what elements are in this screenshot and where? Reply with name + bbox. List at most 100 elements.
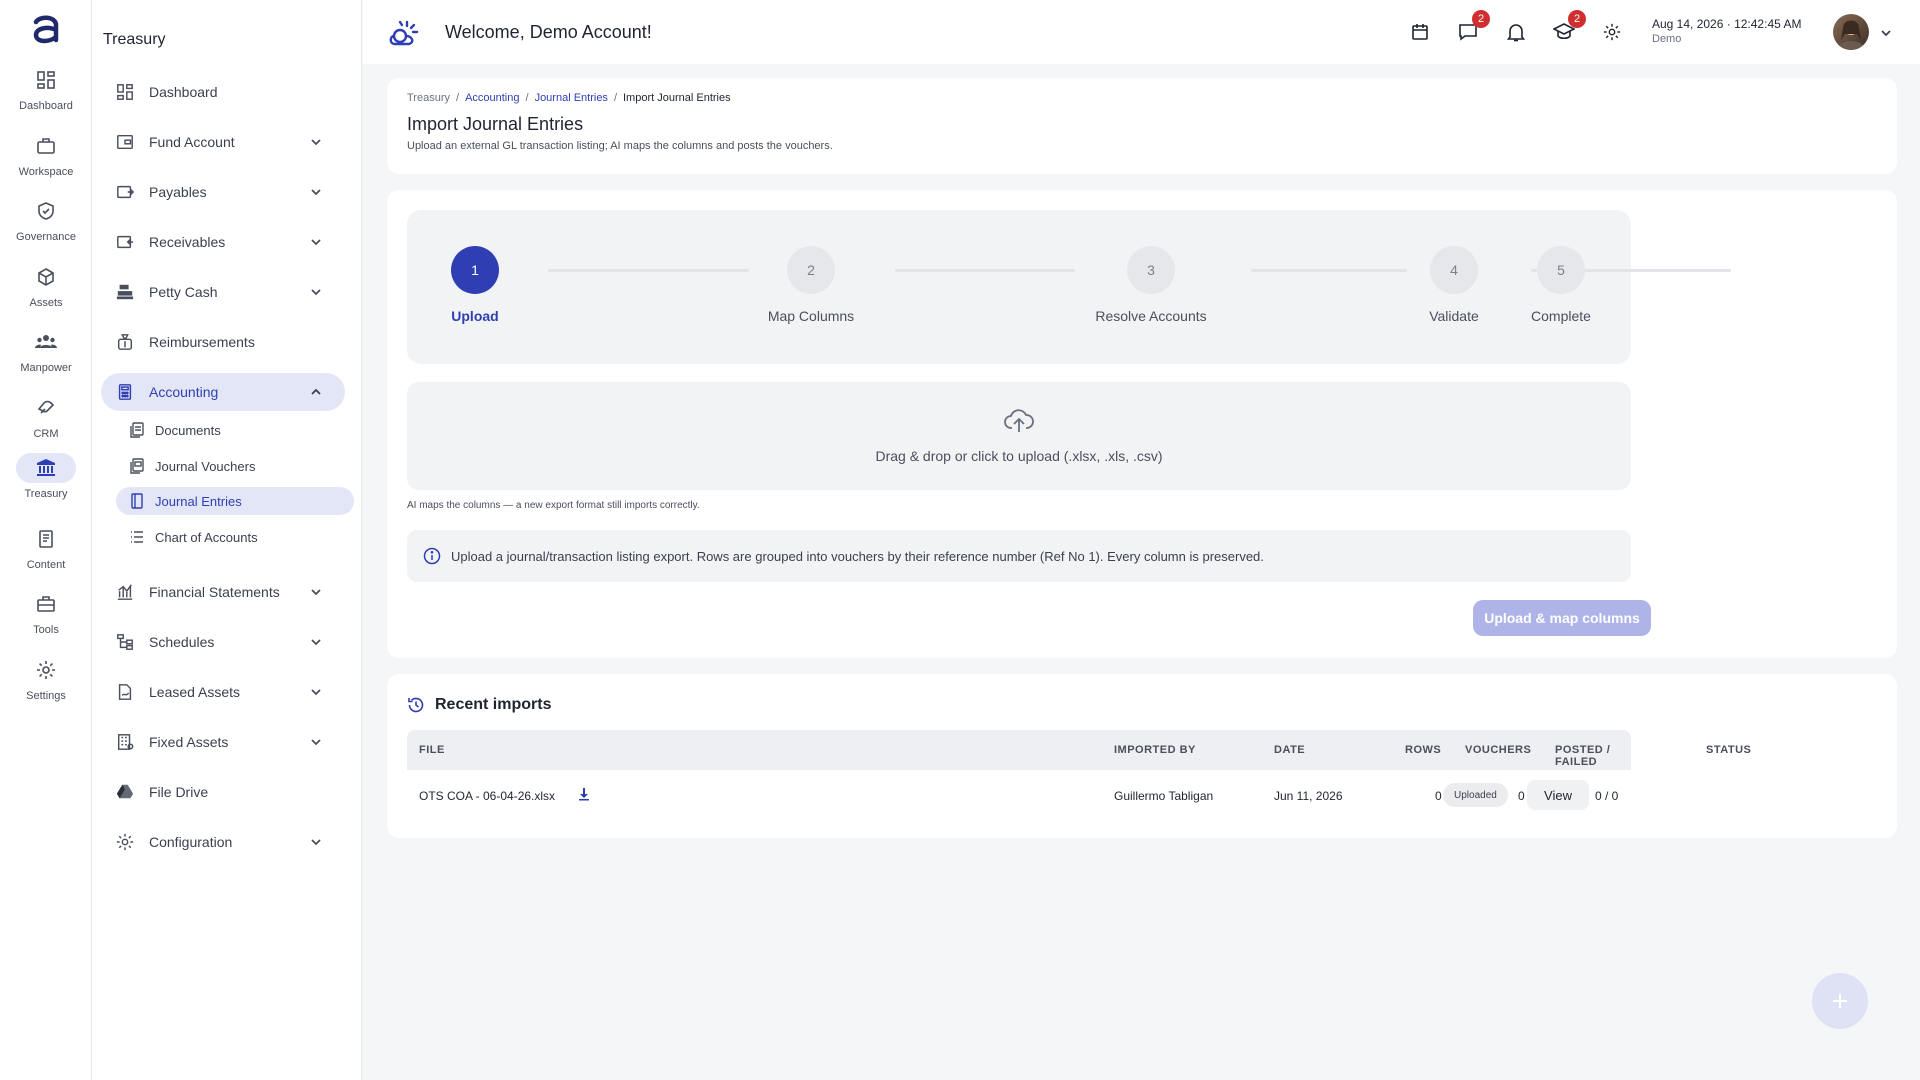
sidebar-subitem-chart-of-accounts[interactable]: Chart of Accounts [116,523,354,551]
step-label: Complete [1531,308,1591,324]
view-button[interactable]: View [1527,780,1589,810]
payment-in-icon [115,232,135,252]
messages-badge: 2 [1472,10,1490,28]
calculator-icon [115,382,135,402]
sidebar-subitem-label: Journal Vouchers [155,458,256,474]
page-subtitle: Upload an external GL transaction listin… [407,140,833,152]
rail-item-governance[interactable]: Governance [0,196,92,256]
messages-icon[interactable]: 2 [1456,10,1490,44]
step-connector [548,269,749,272]
column-header-posted-failed[interactable]: POSTED / FAILED [1555,744,1631,768]
rail-item-assets[interactable]: Assets [0,262,92,322]
rail-item-dashboard[interactable]: Dashboard [0,65,92,125]
sidebar-item-label: Leased Assets [149,684,241,700]
cloud-upload-icon [1004,408,1034,434]
chevron-down-icon[interactable] [309,685,323,699]
dropzone-text: Drag & drop or click to upload (.xlsx, .… [875,448,1163,464]
calendar-icon[interactable] [1408,20,1432,44]
chevron-down-icon[interactable] [309,585,323,599]
sidebar-item-fund-account[interactable]: Fund Account [101,123,345,161]
column-header-vouchers[interactable]: VOUCHERS [1465,744,1531,756]
rail-item-content[interactable]: Content [0,524,92,584]
cube-icon [16,262,76,292]
sidebar-item-reimbursements[interactable]: Reimbursements [101,323,345,361]
app-logo[interactable] [26,10,66,50]
drive-icon [115,782,135,802]
sidebar-item-receivables[interactable]: Receivables [101,223,345,261]
sidebar-item-label: Accounting [149,384,219,400]
breadcrumb: Treasury / Accounting / Journal Entries / I… [407,92,731,104]
sidebar-item-accounting[interactable]: Accounting [101,373,345,411]
chevron-down-icon[interactable] [309,635,323,649]
rail-label: Tools [33,624,59,636]
wallet-icon [115,132,135,152]
sidebar-subitem-documents[interactable]: Documents [116,416,354,444]
rail-item-manpower[interactable]: Manpower [0,327,92,387]
column-header-status[interactable]: STATUS [1706,744,1751,756]
column-header-file[interactable]: FILE [419,744,445,756]
page-header: Treasury / Accounting / Journal Entries / I… [387,78,1897,174]
building-icon [115,732,135,752]
breadcrumb-journal-entries[interactable]: Journal Entries [535,92,608,104]
file-stack-icon [129,422,145,438]
rail-item-tools[interactable]: Tools [0,589,92,649]
column-header-rows[interactable]: ROWS [1405,744,1441,756]
sidebar-item-payables[interactable]: Payables [101,173,345,211]
current-user: Demo [1652,33,1682,45]
sidebar-item-petty-cash[interactable]: Petty Cash [101,273,345,311]
rail-item-settings[interactable]: Settings [0,655,92,715]
bell-icon[interactable] [1504,20,1528,44]
chevron-up-icon[interactable] [309,385,323,399]
sidebar-subitem-journal-entries[interactable]: Journal Entries [116,487,354,515]
sidebar-item-schedules[interactable]: Schedules [101,623,345,661]
shield-check-icon [16,196,76,226]
sidebar-item-fixed-assets[interactable]: Fixed Assets [101,723,345,761]
chevron-down-icon[interactable] [309,835,323,849]
table-row: OTS COA - 06-04-26.xlsx Guillermo Tablig… [407,770,1631,820]
sidebar-item-dashboard[interactable]: Dashboard [101,73,345,111]
gear-icon [16,655,76,685]
step-map-columns: 2 Map Columns [741,246,881,324]
rail-item-treasury[interactable]: Treasury [0,453,92,513]
hierarchy-icon [115,632,135,652]
ai-note: AI maps the columns — a new export forma… [407,500,700,511]
gear-icon[interactable] [1600,20,1624,44]
chevron-down-icon[interactable] [309,285,323,299]
sidebar-item-configuration[interactable]: Configuration [101,823,345,861]
academy-icon[interactable]: 2 [1552,10,1586,44]
toolbox-icon [16,589,76,619]
sidebar-item-file-drive[interactable]: File Drive [101,773,345,811]
sidebar-item-leased-assets[interactable]: Leased Assets [101,673,345,711]
upload-map-columns-button[interactable]: Upload & map columns [1473,600,1651,636]
download-icon[interactable] [577,787,591,801]
chevron-down-icon[interactable] [309,235,323,249]
step-number: 2 [787,246,835,294]
chart-icon [115,582,135,602]
chevron-down-icon[interactable] [309,135,323,149]
sidebar: Treasury Dashboard Fund Account Payables… [92,0,362,1080]
sidebar-subitem-label: Chart of Accounts [155,529,258,545]
sidebar-item-financial-statements[interactable]: Financial Statements [101,573,345,611]
rail-item-crm[interactable]: CRM [0,393,92,453]
chevron-down-icon[interactable] [309,185,323,199]
breadcrumb-accounting[interactable]: Accounting [465,92,519,104]
file-dropzone[interactable]: Drag & drop or click to upload (.xlsx, .… [407,382,1631,490]
add-fab-button[interactable] [1812,973,1868,1029]
column-header-date[interactable]: DATE [1274,744,1305,756]
avatar[interactable] [1833,14,1869,50]
step-label: Validate [1429,308,1479,324]
sidebar-item-label: Dashboard [149,84,218,100]
imports-table: FILE IMPORTED BY DATE ROWS VOUCHERS POST… [407,730,1751,820]
rail-item-workspace[interactable]: Workspace [0,131,92,191]
chevron-down-icon[interactable] [1879,26,1893,40]
step-label: Upload [451,308,499,324]
payment-out-icon [115,182,135,202]
row-posted-failed: 0 / 0 [1595,789,1619,803]
sidebar-subitem-journal-vouchers[interactable]: Journal Vouchers [116,452,354,480]
column-header-imported-by[interactable]: IMPORTED BY [1114,744,1196,756]
step-number: 1 [451,246,499,294]
chevron-down-icon[interactable] [309,735,323,749]
breadcrumb-treasury[interactable]: Treasury [407,92,450,104]
rail-label: Governance [16,231,76,243]
sidebar-item-label: File Drive [149,784,209,800]
